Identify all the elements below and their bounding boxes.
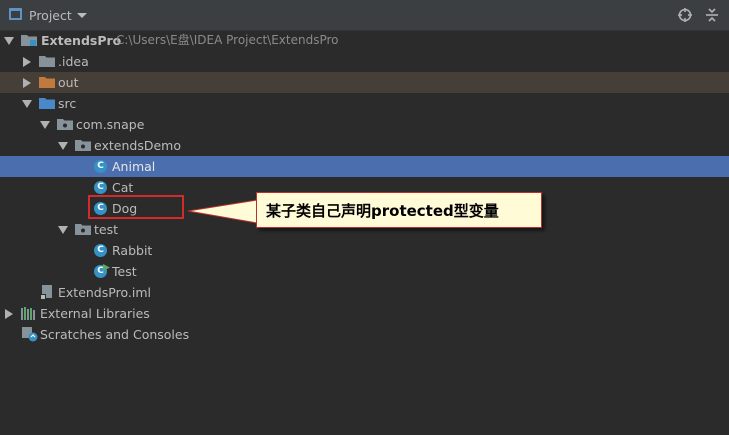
folder-icon [39, 56, 55, 67]
tree-node-extendsdemo[interactable]: extendsDemo [0, 135, 729, 156]
expanded-arrow-icon[interactable] [4, 37, 14, 45]
collapsed-arrow-icon[interactable] [23, 78, 31, 88]
scratches-icon [22, 327, 38, 342]
package-icon [75, 140, 91, 151]
tree-node-src[interactable]: src [0, 93, 729, 114]
idea-folder-label: .idea [58, 54, 89, 69]
package-icon [75, 224, 91, 235]
package-icon [57, 119, 73, 130]
tree-node-out[interactable]: out [0, 72, 729, 93]
excluded-folder-icon [39, 77, 55, 88]
expanded-arrow-icon[interactable] [22, 100, 32, 108]
collapsed-arrow-icon[interactable] [5, 309, 13, 319]
source-folder-icon [39, 98, 55, 109]
project-view-icon [9, 8, 22, 20]
tree-node-test-class[interactable]: C Test [0, 261, 729, 282]
root-project-label: ExtendsPro [41, 33, 122, 48]
tree-node-scratches[interactable]: Scratches and Consoles [0, 324, 729, 345]
module-file-icon [40, 285, 52, 300]
tree-node-rabbit[interactable]: C Rabbit [0, 240, 729, 261]
src-folder-label: src [58, 96, 77, 111]
expanded-arrow-icon[interactable] [58, 142, 68, 150]
class-icon: C [94, 160, 107, 173]
dog-highlight-box [88, 195, 184, 219]
package-label: com.snape [76, 117, 145, 132]
module-folder-icon [21, 35, 37, 46]
dropdown-caret-icon[interactable] [77, 13, 87, 18]
run-marker-icon [103, 264, 110, 271]
tree-node-package[interactable]: com.snape [0, 114, 729, 135]
extendsdemo-label: extendsDemo [94, 138, 181, 153]
collapse-all-icon[interactable] [705, 8, 719, 22]
tree-node-root[interactable]: ExtendsPro C:\Users\E盘\IDEA Project\Exte… [0, 30, 729, 51]
scratches-label: Scratches and Consoles [40, 327, 190, 342]
expanded-arrow-icon[interactable] [58, 226, 68, 234]
collapsed-arrow-icon[interactable] [23, 57, 31, 67]
tree-node-external-libraries[interactable]: External Libraries [0, 303, 729, 324]
project-view-title[interactable]: Project [29, 8, 72, 23]
tree-node-idea[interactable]: .idea [0, 51, 729, 72]
tree-node-animal[interactable]: C Animal [0, 156, 729, 177]
project-tree: ExtendsPro C:\Users\E盘\IDEA Project\Exte… [0, 30, 729, 435]
class-icon: C [94, 244, 107, 257]
expanded-arrow-icon[interactable] [40, 121, 50, 129]
test-package-label: test [94, 222, 119, 237]
rabbit-class-label: Rabbit [112, 243, 153, 258]
out-folder-label: out [58, 75, 79, 90]
test-class-label: Test [112, 264, 137, 279]
library-icon [21, 307, 35, 320]
tree-node-iml[interactable]: ExtendsPro.iml [0, 282, 729, 303]
annotation-callout: 某子类自己声明protected型变量 [256, 192, 542, 228]
root-project-path: C:\Users\E盘\IDEA Project\ExtendsPro [116, 33, 339, 47]
annotation-text: 某子类自己声明protected型变量 [266, 202, 499, 220]
project-tool-window-header: Project [0, 0, 729, 31]
external-libraries-label: External Libraries [40, 306, 150, 321]
locate-target-icon[interactable] [678, 8, 692, 22]
animal-class-label: Animal [112, 159, 156, 174]
iml-file-label: ExtendsPro.iml [58, 285, 151, 300]
class-icon: C [94, 181, 107, 194]
